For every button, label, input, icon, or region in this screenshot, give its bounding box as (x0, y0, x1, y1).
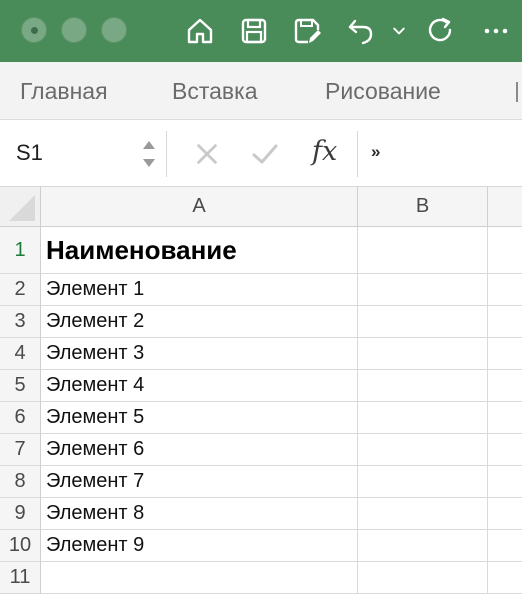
cell-c4[interactable] (488, 338, 522, 370)
tab-home[interactable]: Главная (20, 78, 108, 105)
row-header[interactable]: 8 (0, 466, 41, 498)
cell-c2[interactable] (488, 274, 522, 306)
more-icon[interactable] (479, 14, 513, 48)
cell-b1[interactable] (358, 227, 488, 274)
home-icon[interactable] (183, 14, 217, 48)
cell-b8[interactable] (358, 466, 488, 498)
row-header[interactable]: 5 (0, 370, 41, 402)
cell-c7[interactable] (488, 434, 522, 466)
column-header-a[interactable]: A (41, 187, 358, 227)
cell-a11[interactable] (41, 562, 358, 594)
cell-b6[interactable] (358, 402, 488, 434)
close-window-button[interactable] (21, 17, 47, 43)
select-all-corner[interactable] (0, 187, 41, 227)
row-header[interactable]: 10 (0, 530, 41, 562)
formula-bar-divider (357, 131, 358, 177)
cell-a4[interactable]: Элемент 3 (41, 338, 358, 370)
window-titlebar (0, 0, 522, 62)
name-box-stepper-icon[interactable] (140, 135, 158, 173)
row-header[interactable]: 11 (0, 562, 41, 594)
ribbon-tabs: Главная Вставка Рисование (0, 62, 522, 120)
row-header[interactable]: 6 (0, 402, 41, 434)
tab-draw[interactable]: Рисование (325, 78, 441, 105)
row-header[interactable]: 3 (0, 306, 41, 338)
cell-c5[interactable] (488, 370, 522, 402)
cell-c8[interactable] (488, 466, 522, 498)
save-edit-icon[interactable] (290, 14, 324, 48)
expand-toolbar-button[interactable]: » (371, 142, 380, 162)
cancel-icon[interactable] (190, 137, 224, 171)
minimize-window-button[interactable] (61, 17, 87, 43)
cell-a5[interactable]: Элемент 4 (41, 370, 358, 402)
cell-a6[interactable]: Элемент 5 (41, 402, 358, 434)
cell-c3[interactable] (488, 306, 522, 338)
cell-a8[interactable]: Элемент 7 (41, 466, 358, 498)
undo-icon[interactable] (344, 14, 378, 48)
cell-b2[interactable] (358, 274, 488, 306)
cell-c9[interactable] (488, 498, 522, 530)
cell-a9[interactable]: Элемент 8 (41, 498, 358, 530)
cell-b3[interactable] (358, 306, 488, 338)
column-header-b[interactable]: B (358, 187, 488, 227)
cell-c11[interactable] (488, 562, 522, 594)
cell-a3[interactable]: Элемент 2 (41, 306, 358, 338)
save-icon[interactable] (237, 14, 271, 48)
chevron-down-icon[interactable] (388, 14, 410, 48)
row-header[interactable]: 1 (0, 227, 41, 274)
row-header[interactable]: 4 (0, 338, 41, 370)
insert-function-button[interactable]: fx (312, 136, 337, 167)
tab-insert[interactable]: Вставка (172, 78, 258, 105)
formula-bar: S1 fx » (0, 121, 522, 187)
zoom-window-button[interactable] (101, 17, 127, 43)
cell-a2[interactable]: Элемент 1 (41, 274, 358, 306)
redo-icon[interactable] (424, 14, 458, 48)
spreadsheet-grid: A B 1 Наименование 2 Элемент 1 3 Элемент 2 4 Эл… (0, 187, 522, 594)
row-header[interactable]: 9 (0, 498, 41, 530)
column-header-c[interactable] (488, 187, 522, 227)
cell-a10[interactable]: Элемент 9 (41, 530, 358, 562)
cell-a1[interactable]: Наименование (41, 227, 358, 274)
confirm-icon[interactable] (248, 137, 282, 171)
cell-b5[interactable] (358, 370, 488, 402)
cell-a7[interactable]: Элемент 6 (41, 434, 358, 466)
cell-b9[interactable] (358, 498, 488, 530)
cell-c1[interactable] (488, 227, 522, 274)
tab-overflow-edge (516, 82, 518, 102)
cell-c10[interactable] (488, 530, 522, 562)
formula-bar-divider (166, 131, 167, 177)
row-header[interactable]: 7 (0, 434, 41, 466)
cell-b10[interactable] (358, 530, 488, 562)
cell-b11[interactable] (358, 562, 488, 594)
row-header[interactable]: 2 (0, 274, 41, 306)
cell-b4[interactable] (358, 338, 488, 370)
name-box[interactable]: S1 (16, 140, 43, 166)
cell-b7[interactable] (358, 434, 488, 466)
cell-c6[interactable] (488, 402, 522, 434)
